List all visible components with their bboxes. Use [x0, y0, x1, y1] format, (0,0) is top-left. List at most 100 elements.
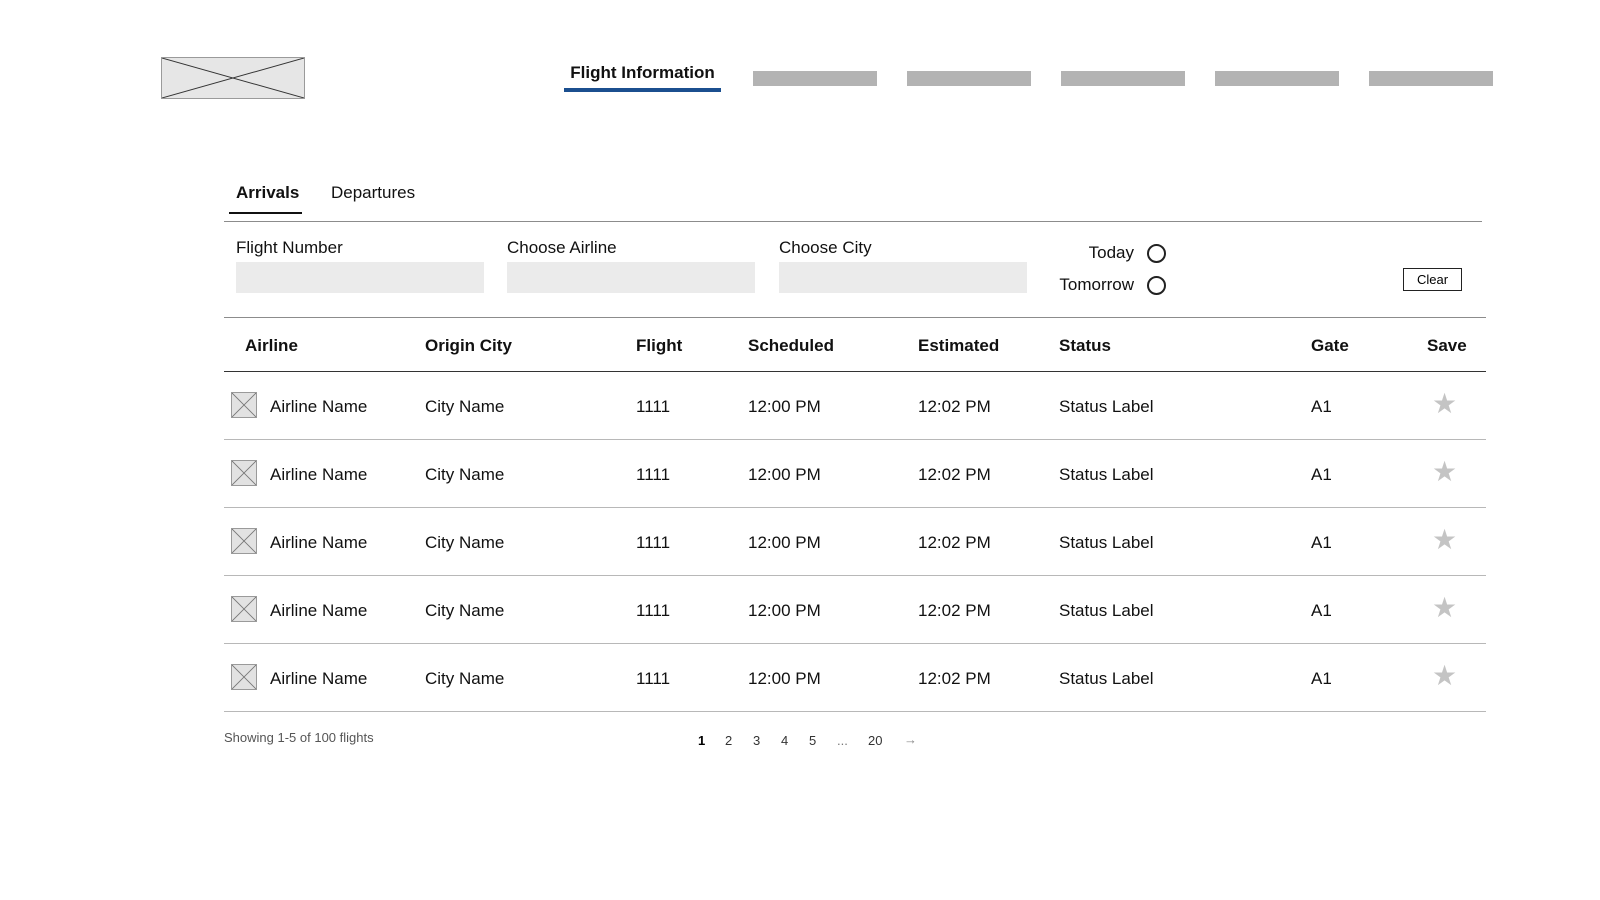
- table-row[interactable]: Airline Name City Name 1111 12:00 PM 12:…: [224, 372, 1486, 440]
- gate-cell: A1: [1311, 397, 1332, 416]
- airline-logo: [231, 528, 257, 554]
- airline-name-cell: Airline Name: [270, 533, 368, 552]
- gate-cell: A1: [1311, 669, 1332, 688]
- results-count-text: Showing 1-5 of 100 flights: [224, 730, 374, 745]
- airline-logo: [231, 664, 257, 690]
- radio-option-tomorrow[interactable]: Tomorrow: [1059, 274, 1166, 296]
- origin-city-cell: City Name: [425, 465, 505, 484]
- tab-arrivals[interactable]: Arrivals: [228, 178, 303, 214]
- column-header-status[interactable]: Status: [1059, 336, 1111, 356]
- star-icon[interactable]: ★: [1432, 662, 1457, 690]
- arrivals-departures-tabs: Arrivals Departures: [224, 178, 1482, 222]
- table-row[interactable]: Airline Name City Name 1111 12:00 PM 12:…: [224, 644, 1486, 712]
- scheduled-time-cell: 12:00 PM: [748, 465, 821, 484]
- image-placeholder-icon: [232, 461, 256, 485]
- choose-city-input[interactable]: [779, 262, 1027, 293]
- airline-name-cell: Airline Name: [270, 465, 368, 484]
- flight-number-label: Flight Number: [236, 238, 343, 257]
- image-placeholder-icon: [232, 393, 256, 417]
- status-cell: Status Label: [1059, 669, 1154, 688]
- nav-item-placeholder-3[interactable]: [1061, 71, 1185, 86]
- tab-departures[interactable]: Departures: [331, 178, 415, 214]
- page-link-last[interactable]: 20: [868, 733, 882, 748]
- image-placeholder-icon: [232, 665, 256, 689]
- logo-placeholder[interactable]: [161, 57, 305, 99]
- today-label: Today: [1088, 243, 1134, 262]
- date-radio-group: Today Tomorrow: [1040, 240, 1166, 300]
- today-radio[interactable]: [1147, 243, 1166, 263]
- origin-city-cell: City Name: [425, 601, 505, 620]
- nav-item-flight-information[interactable]: Flight Information: [564, 62, 721, 92]
- radio-option-today[interactable]: Today: [1089, 242, 1166, 264]
- origin-city-cell: City Name: [425, 669, 505, 688]
- estimated-time-cell: 12:02 PM: [918, 669, 991, 688]
- star-icon[interactable]: ★: [1432, 458, 1457, 486]
- airline-logo: [231, 460, 257, 486]
- column-header-save: Save: [1427, 336, 1467, 355]
- airline-logo: [231, 596, 257, 622]
- star-icon[interactable]: ★: [1432, 390, 1457, 418]
- table-row[interactable]: Airline Name City Name 1111 12:00 PM 12:…: [224, 440, 1486, 508]
- tomorrow-label: Tomorrow: [1059, 275, 1134, 294]
- airline-logo: [231, 392, 257, 418]
- airline-name-cell: Airline Name: [270, 669, 368, 688]
- table-header: Airline Origin City Flight Scheduled Est…: [224, 317, 1486, 372]
- scheduled-time-cell: 12:00 PM: [748, 669, 821, 688]
- airline-name-cell: Airline Name: [270, 601, 368, 620]
- gate-cell: A1: [1311, 465, 1332, 484]
- estimated-time-cell: 12:02 PM: [918, 533, 991, 552]
- page-ellipsis: ...: [837, 733, 848, 748]
- origin-city-cell: City Name: [425, 533, 505, 552]
- airline-name-cell: Airline Name: [270, 397, 368, 416]
- flight-number-cell: 1111: [636, 669, 671, 688]
- column-header-gate[interactable]: Gate: [1311, 336, 1349, 356]
- flight-number-cell: 1111: [636, 533, 671, 552]
- estimated-time-cell: 12:02 PM: [918, 397, 991, 416]
- tomorrow-radio[interactable]: [1147, 275, 1166, 295]
- gate-cell: A1: [1311, 601, 1332, 620]
- status-cell: Status Label: [1059, 533, 1154, 552]
- page-link-4[interactable]: 4: [781, 733, 788, 748]
- estimated-time-cell: 12:02 PM: [918, 601, 991, 620]
- star-icon[interactable]: ★: [1432, 594, 1457, 622]
- page-link-2[interactable]: 2: [725, 733, 732, 748]
- nav-item-placeholder-5[interactable]: [1369, 71, 1493, 86]
- column-header-scheduled[interactable]: Scheduled: [748, 336, 834, 356]
- column-header-flight[interactable]: Flight: [636, 336, 682, 356]
- main-nav: Flight Information: [564, 62, 1600, 92]
- flights-table: Airline Origin City Flight Scheduled Est…: [224, 317, 1486, 712]
- column-header-airline[interactable]: Airline: [245, 336, 298, 356]
- clear-button[interactable]: Clear: [1403, 268, 1462, 291]
- flight-number-cell: 1111: [636, 601, 671, 620]
- star-icon[interactable]: ★: [1432, 526, 1457, 554]
- flight-number-cell: 1111: [636, 465, 671, 484]
- flight-number-input[interactable]: [236, 262, 484, 293]
- column-header-origin-city[interactable]: Origin City: [425, 336, 512, 356]
- scheduled-time-cell: 12:00 PM: [748, 397, 821, 416]
- flight-number-cell: 1111: [636, 397, 671, 416]
- column-header-estimated[interactable]: Estimated: [918, 336, 999, 356]
- next-page-arrow-icon[interactable]: →: [904, 732, 917, 747]
- nav-item-placeholder-1[interactable]: [753, 71, 877, 86]
- choose-city-label: Choose City: [779, 238, 872, 257]
- page-link-1[interactable]: 1: [698, 733, 705, 748]
- choose-airline-input[interactable]: [507, 262, 755, 293]
- table-row[interactable]: Airline Name City Name 1111 12:00 PM 12:…: [224, 508, 1486, 576]
- origin-city-cell: City Name: [425, 397, 505, 416]
- image-placeholder-icon: [232, 597, 256, 621]
- image-placeholder-icon: [162, 58, 304, 98]
- page-link-5[interactable]: 5: [809, 733, 816, 748]
- gate-cell: A1: [1311, 533, 1332, 552]
- scheduled-time-cell: 12:00 PM: [748, 601, 821, 620]
- nav-item-placeholder-4[interactable]: [1215, 71, 1339, 86]
- nav-item-placeholder-2[interactable]: [907, 71, 1031, 86]
- flight-information-page: Flight Information Arrivals Departures F…: [0, 0, 1600, 900]
- status-cell: Status Label: [1059, 601, 1154, 620]
- status-cell: Status Label: [1059, 465, 1154, 484]
- estimated-time-cell: 12:02 PM: [918, 465, 991, 484]
- status-cell: Status Label: [1059, 397, 1154, 416]
- scheduled-time-cell: 12:00 PM: [748, 533, 821, 552]
- page-link-3[interactable]: 3: [753, 733, 760, 748]
- choose-airline-label: Choose Airline: [507, 238, 617, 257]
- table-row[interactable]: Airline Name City Name 1111 12:00 PM 12:…: [224, 576, 1486, 644]
